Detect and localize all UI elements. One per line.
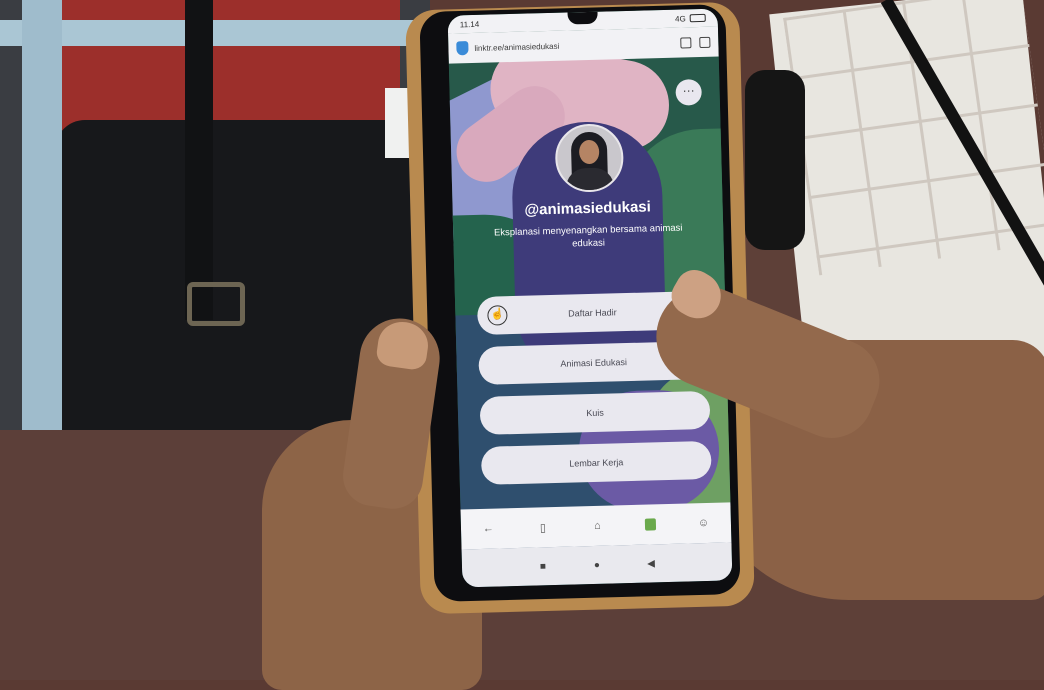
tabs-switcher-icon[interactable] [644,518,657,531]
bookmark-icon[interactable]: ▯ [536,521,550,534]
browser-bottom-nav: ← ▯ ⌂ ☺ [460,502,732,550]
profile-bio: Eksplanasi menyenangkan bersama animasi … [493,222,683,250]
tabs-icon[interactable] [699,36,711,48]
thumb-icon: ☝ [487,305,508,326]
link-kuis[interactable]: Kuis [479,390,711,435]
link-label: Kuis [586,407,604,419]
link-label: Daftar Hadir [568,307,617,319]
battery-icon [689,13,706,23]
shield-icon [456,41,469,56]
back-arrow-icon[interactable]: ← [481,523,495,535]
recent-apps-icon[interactable]: ■ [536,561,550,572]
bag-buckle [187,282,245,326]
share-icon[interactable] [680,36,692,49]
system-nav-bar: ■ ● ◀ [461,542,733,588]
black-strap [745,70,805,250]
url-text[interactable]: linktr.ee/animasiedukasi [474,38,674,52]
link-label: Lembar Kerja [569,457,624,469]
status-time: 11.14 [459,19,480,29]
system-home-icon[interactable]: ● [590,559,604,570]
home-icon[interactable]: ⌂ [590,520,604,532]
network-indicator: 4G [674,13,686,24]
system-back-icon[interactable]: ◀ [644,558,658,569]
profile-icon[interactable]: ☺ [696,517,710,529]
link-lembar-kerja[interactable]: Lembar Kerja [480,440,712,485]
link-label: Animasi Edukasi [560,357,628,369]
bag-strap [185,0,213,320]
